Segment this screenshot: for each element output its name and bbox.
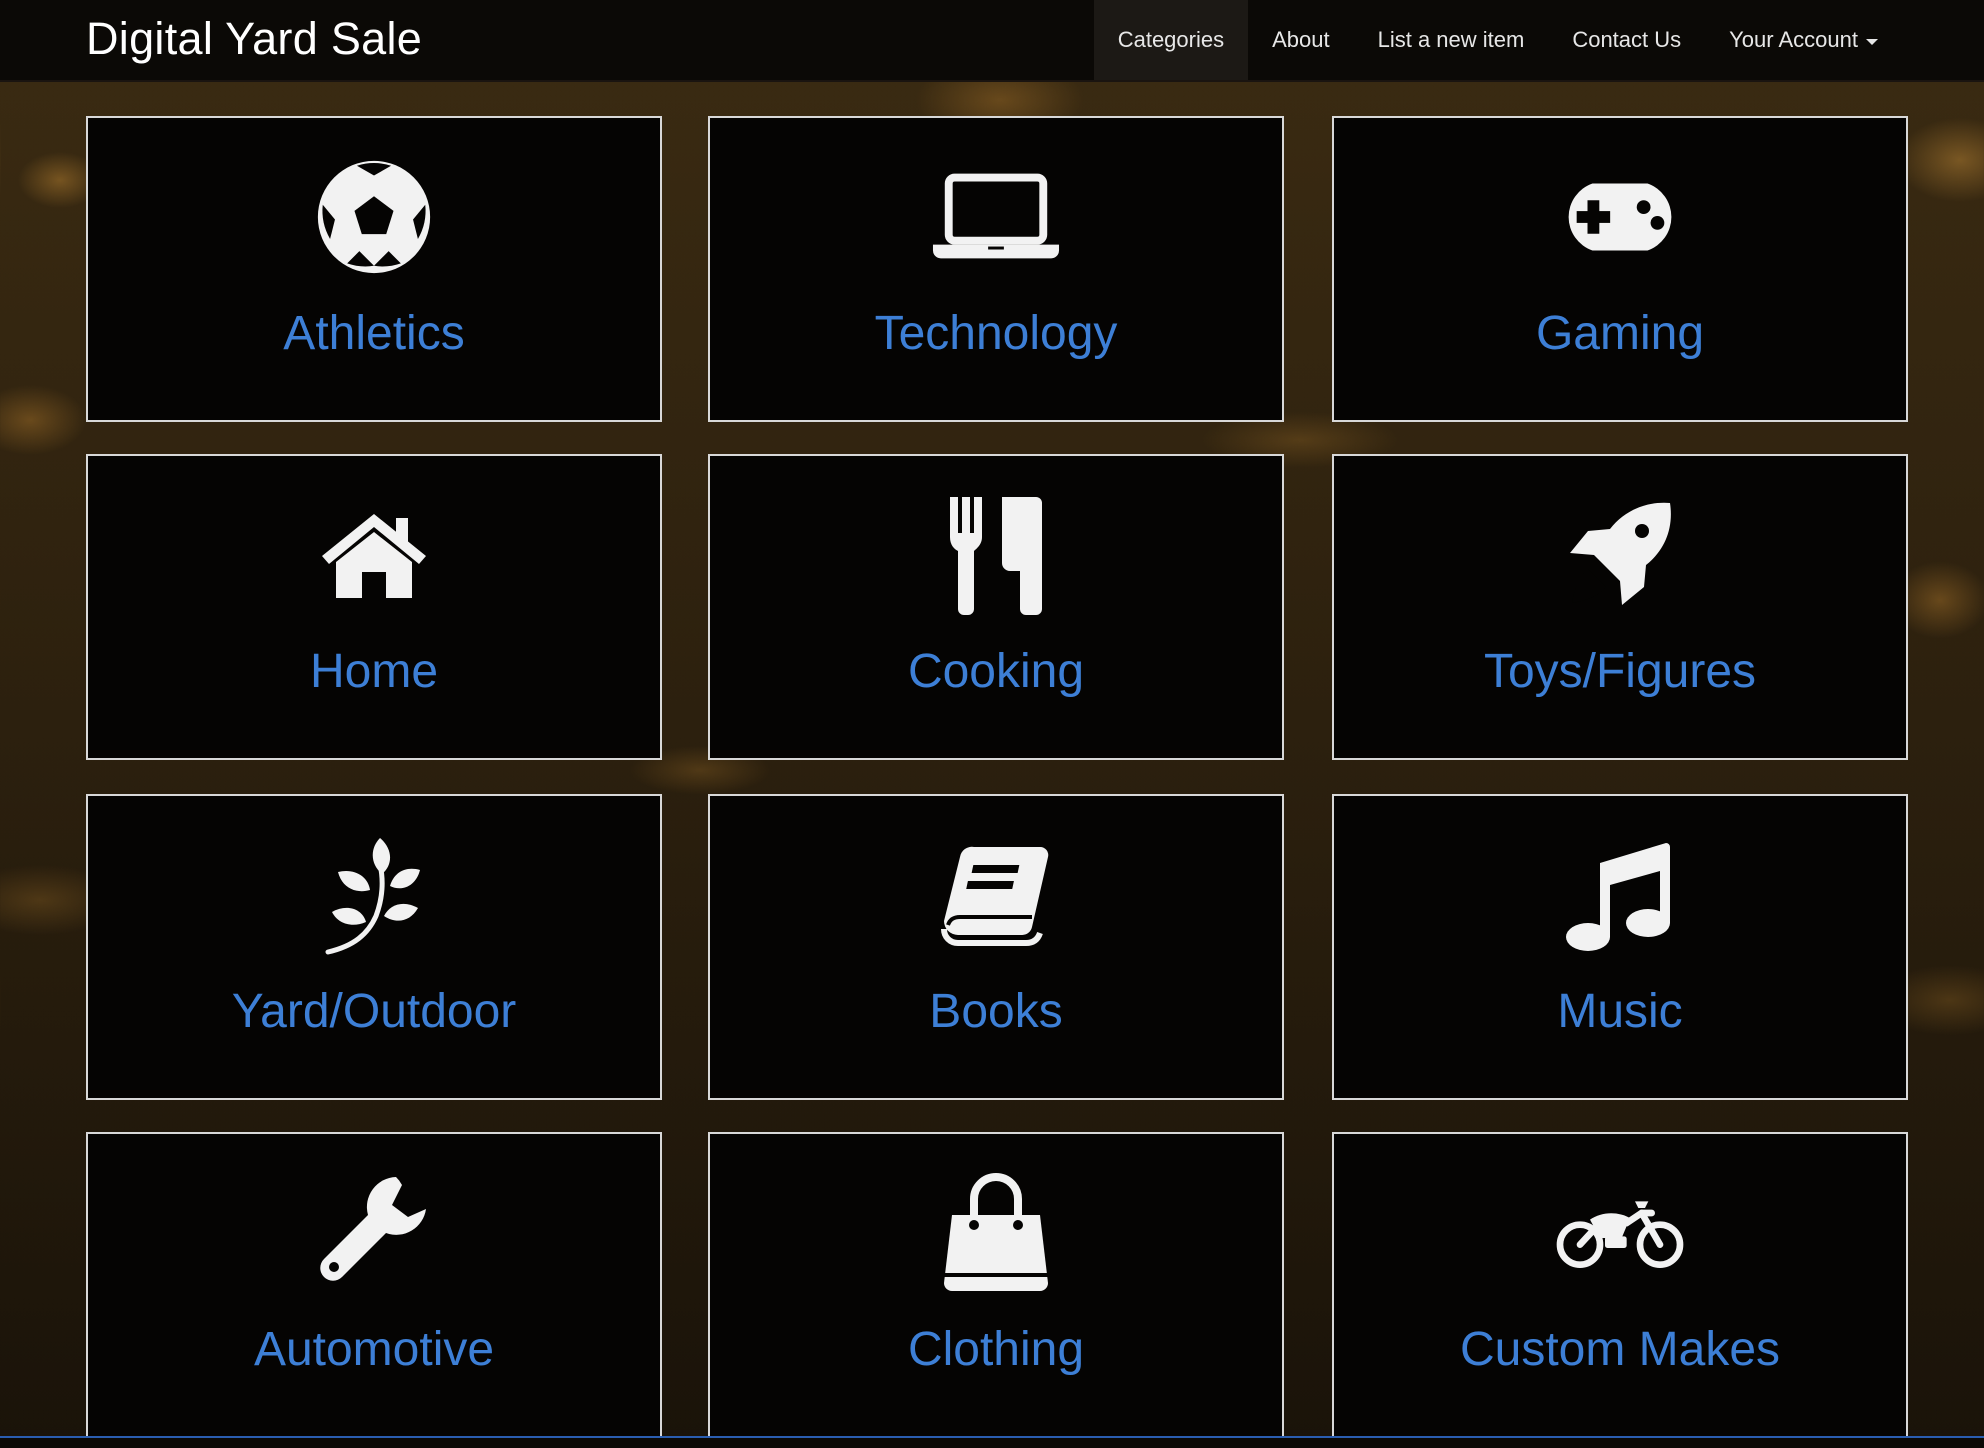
nav-your-account-label: Your Account [1729, 27, 1858, 52]
rocket-icon [1555, 490, 1685, 620]
category-tile-toys-figures[interactable]: Toys/Figures [1332, 454, 1908, 760]
category-label: Music [1557, 985, 1683, 1038]
category-tile-gaming[interactable]: Gaming [1332, 116, 1908, 422]
category-tile-home[interactable]: Home [86, 454, 662, 760]
category-tile-custom-makes[interactable]: Custom Makes [1332, 1132, 1908, 1438]
category-label: Technology [874, 307, 1118, 360]
gamepad-icon [1555, 152, 1685, 282]
book-icon [931, 830, 1061, 960]
nav-about-label: About [1272, 27, 1330, 52]
category-tile-books[interactable]: Books [708, 794, 1284, 1100]
wrench-icon [309, 1168, 439, 1298]
category-label: Cooking [907, 645, 1085, 698]
nav-list-new-item-label: List a new item [1377, 27, 1525, 52]
category-label: Clothing [907, 1323, 1085, 1376]
nav-categories[interactable]: Categories [1093, 0, 1249, 80]
house-icon [309, 490, 439, 620]
category-tile-music[interactable]: Music [1332, 794, 1908, 1100]
shopping-bag-icon [931, 1168, 1061, 1298]
category-label: Toys/Figures [1483, 645, 1757, 698]
category-label: Athletics [283, 307, 465, 360]
nav-list-new-item[interactable]: List a new item [1354, 0, 1549, 80]
category-tile-clothing[interactable]: Clothing [708, 1132, 1284, 1438]
bottom-bar [0, 1436, 1984, 1448]
laptop-icon [931, 152, 1061, 282]
category-tile-automotive[interactable]: Automotive [86, 1132, 662, 1438]
nav-menu: Categories About List a new item Contact… [1093, 0, 1902, 80]
top-navbar: Digital Yard Sale Categories About List … [0, 0, 1984, 82]
nav-contact-us-label: Contact Us [1572, 27, 1682, 52]
nav-categories-label: Categories [1117, 27, 1225, 52]
category-label: Home [309, 645, 439, 698]
caret-down-icon [1866, 39, 1878, 45]
fork-knife-icon [931, 490, 1061, 620]
category-label: Books [929, 985, 1063, 1038]
category-label: Yard/Outdoor [231, 985, 517, 1038]
category-label: Automotive [253, 1323, 495, 1376]
leaf-branch-icon [309, 830, 439, 960]
brand-logo-link[interactable]: Digital Yard Sale [86, 13, 422, 65]
nav-about[interactable]: About [1248, 0, 1354, 80]
nav-your-account-dropdown[interactable]: Your Account [1705, 0, 1902, 80]
category-tile-cooking[interactable]: Cooking [708, 454, 1284, 760]
motorcycle-icon [1555, 1168, 1685, 1298]
category-tile-technology[interactable]: Technology [708, 116, 1284, 422]
music-note-icon [1555, 830, 1685, 960]
soccer-ball-icon [309, 152, 439, 282]
category-label: Custom Makes [1459, 1323, 1781, 1376]
category-tile-athletics[interactable]: Athletics [86, 116, 662, 422]
category-label: Gaming [1535, 307, 1705, 360]
category-tile-yard-outdoor[interactable]: Yard/Outdoor [86, 794, 662, 1100]
nav-contact-us[interactable]: Contact Us [1548, 0, 1705, 80]
